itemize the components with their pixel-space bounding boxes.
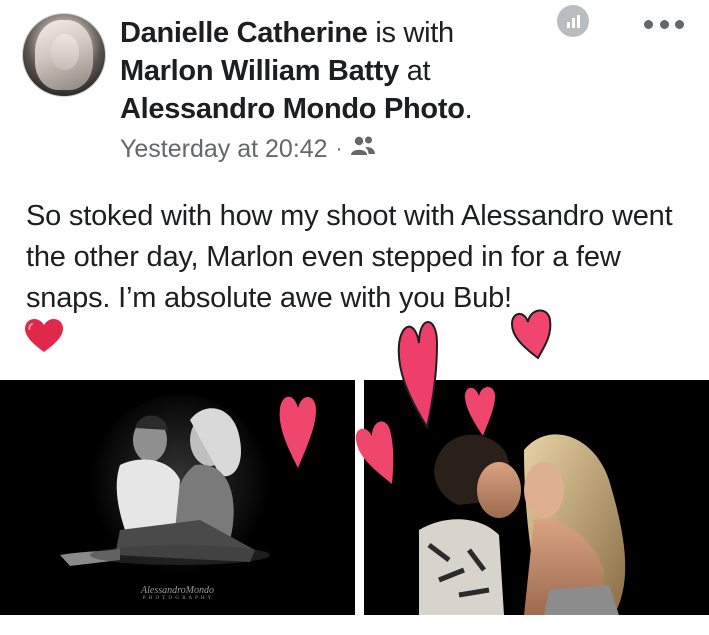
author-avatar[interactable] bbox=[22, 13, 106, 97]
pink-heart-sticker bbox=[510, 309, 552, 360]
tagged-person-link[interactable]: Marlon William Batty bbox=[120, 55, 399, 87]
pink-heart-sticker bbox=[355, 421, 394, 484]
author-name-link[interactable]: Danielle Catherine bbox=[120, 17, 368, 49]
post-body-text: So stoked with how my shoot with Alessan… bbox=[26, 200, 673, 314]
red-heart-emoji bbox=[24, 318, 64, 359]
pink-heart-sticker bbox=[465, 387, 495, 436]
photo-watermark: AlessandroMondo P H O T O G R A P H Y bbox=[141, 585, 214, 601]
meta-separator: · bbox=[335, 137, 343, 160]
more-options-icon[interactable] bbox=[644, 12, 684, 36]
pink-heart-sticker bbox=[279, 396, 316, 468]
post-meta: Yesterday at 20:42 · bbox=[120, 133, 376, 165]
location-link[interactable]: Alessandro Mondo Photo bbox=[120, 93, 465, 125]
header-period: . bbox=[464, 93, 473, 125]
at-text: at bbox=[398, 55, 431, 87]
friends-icon[interactable] bbox=[350, 135, 376, 164]
pink-heart-sticker bbox=[397, 321, 439, 429]
avatar-face bbox=[51, 34, 79, 70]
post-header: Danielle Catherine is with Marlon Willia… bbox=[120, 14, 540, 128]
insights-icon[interactable] bbox=[557, 5, 589, 37]
with-text: is with bbox=[367, 17, 454, 49]
timestamp-link[interactable]: Yesterday at 20:42 bbox=[120, 135, 328, 164]
